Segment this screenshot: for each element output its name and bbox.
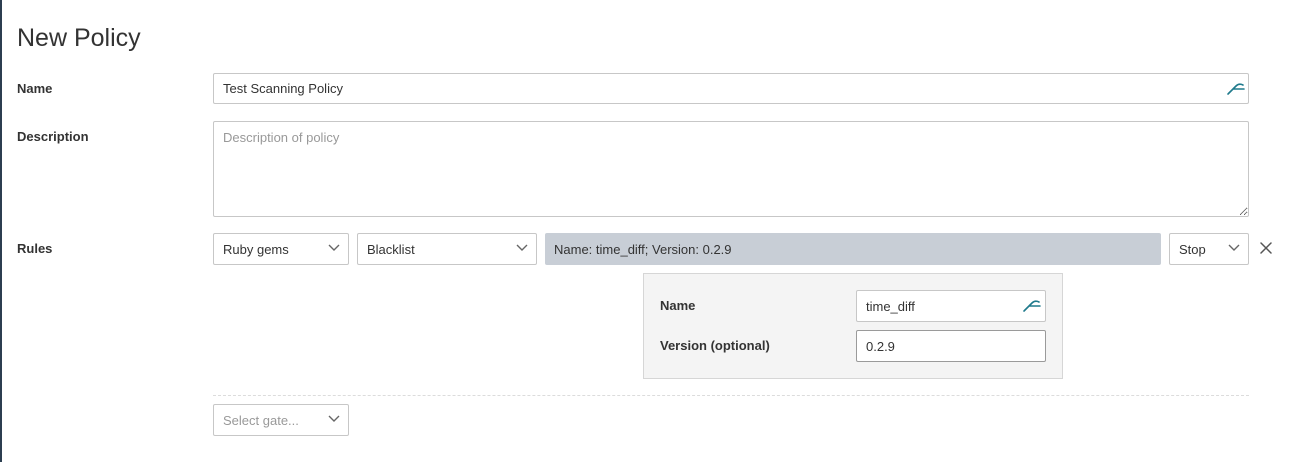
new-gate-placeholder: Select gate...	[223, 412, 299, 428]
key-icon[interactable]	[1022, 299, 1042, 313]
rule-summary-text: Name: time_diff; Version: 0.2.9	[554, 241, 732, 257]
description-textarea[interactable]	[213, 121, 1249, 217]
gate-select-value: Ruby gems	[223, 241, 289, 257]
trigger-select-value: Blacklist	[367, 241, 415, 257]
param-name-input[interactable]	[856, 290, 1046, 322]
close-icon[interactable]	[1258, 240, 1274, 256]
new-gate-select[interactable]: Select gate...	[213, 404, 349, 436]
gate-select[interactable]: Ruby gems	[213, 233, 349, 265]
trigger-select[interactable]: Blacklist	[357, 233, 537, 265]
rule-parameters-panel	[643, 273, 1063, 379]
left-border	[0, 0, 2, 462]
chevron-down-icon	[328, 415, 340, 422]
action-select-value: Stop	[1179, 241, 1206, 257]
param-version-label: Version (optional)	[660, 338, 770, 353]
chevron-down-icon	[1228, 244, 1240, 251]
param-version-input[interactable]	[856, 330, 1046, 362]
key-icon[interactable]	[1226, 82, 1246, 96]
rules-label: Rules	[17, 241, 53, 256]
rules-divider	[213, 395, 1249, 396]
policy-name-input[interactable]	[213, 73, 1249, 104]
rule-parameters-summary[interactable]: Name: time_diff; Version: 0.2.9	[545, 233, 1161, 265]
name-label: Name	[17, 81, 53, 96]
action-select[interactable]: Stop	[1169, 233, 1249, 265]
description-label: Description	[17, 129, 89, 144]
param-name-label: Name	[660, 298, 696, 313]
page-title: New Policy	[17, 24, 141, 52]
chevron-down-icon	[328, 244, 340, 251]
chevron-down-icon	[516, 244, 528, 251]
